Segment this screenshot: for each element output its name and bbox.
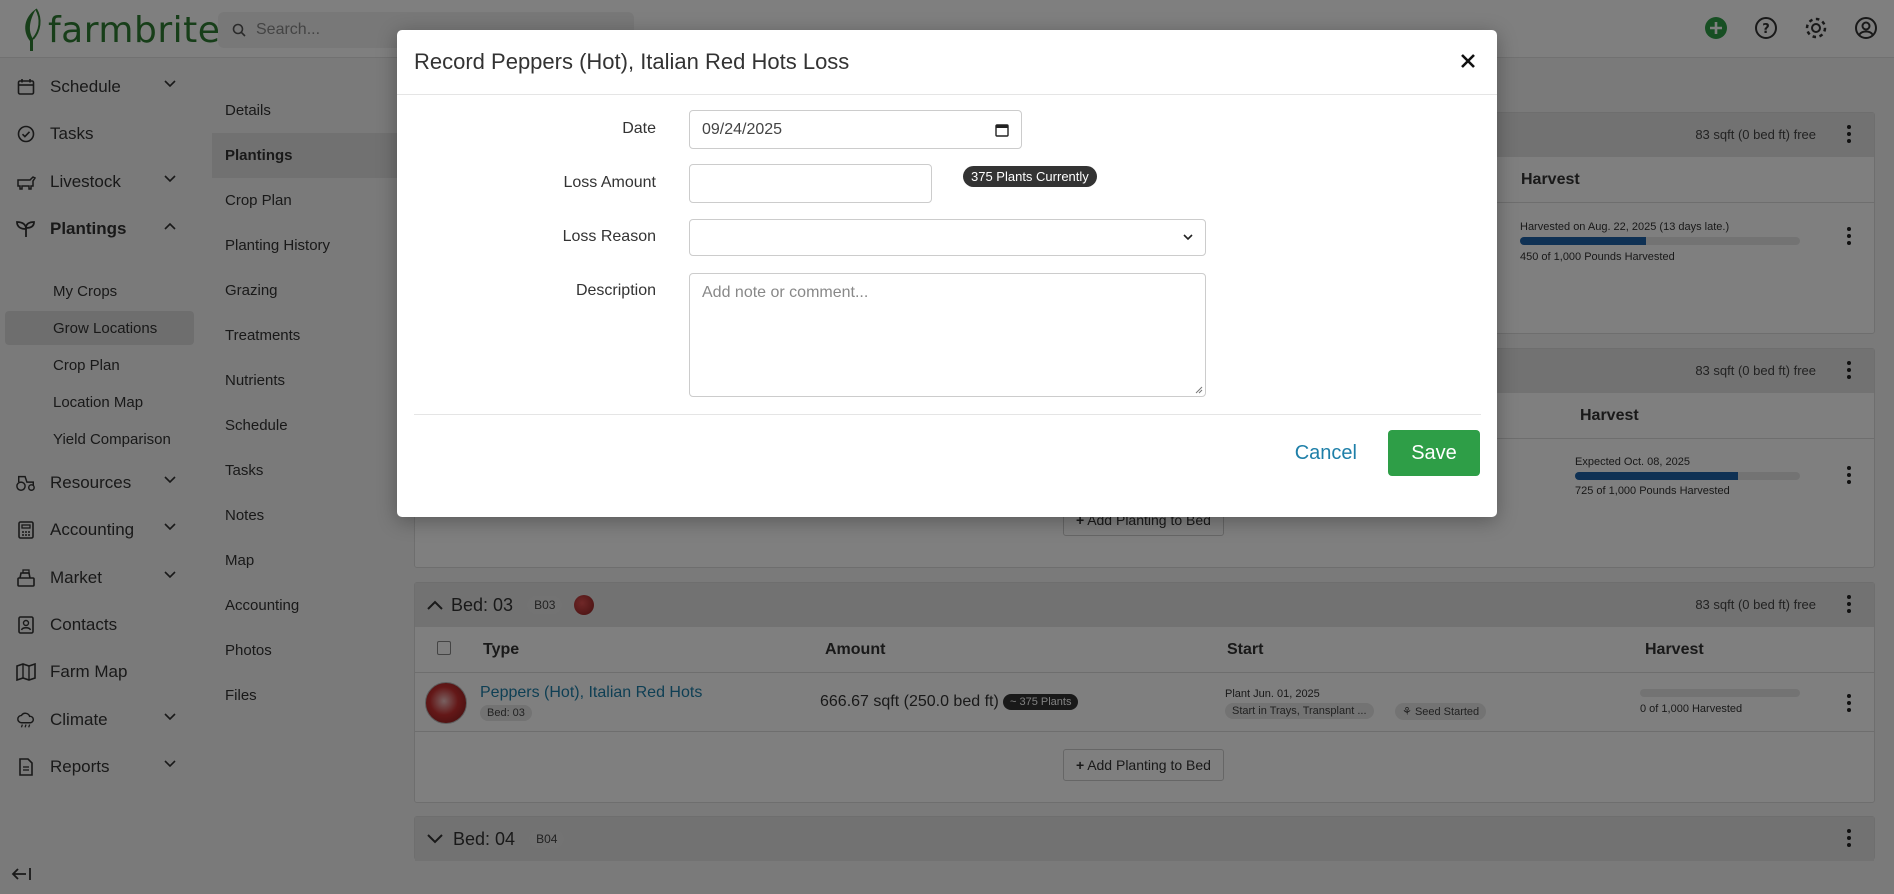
date-label: Date [622,120,656,137]
date-field[interactable]: 09/24/2025 [689,110,1022,149]
save-button[interactable]: Save [1388,430,1480,476]
date-value: 09/24/2025 [702,120,783,138]
modal-title: Record Peppers (Hot), Italian Red Hots L… [414,49,850,74]
calendar-picker-icon[interactable] [995,123,1009,137]
description-placeholder: Add note or comment... [702,284,869,301]
loss-amount-label: Loss Amount [563,174,657,191]
chevron-down-icon [1183,234,1193,241]
loss-reason-select[interactable] [689,219,1206,256]
loss-amount-input[interactable] [689,164,932,203]
description-label: Description [575,282,656,299]
close-icon[interactable] [1455,48,1481,74]
plants-currently-badge: 375 Plants Currently [963,166,1097,187]
record-loss-modal: Record Peppers (Hot), Italian Red Hots L… [397,30,1497,517]
cancel-button[interactable]: Cancel [1295,442,1357,465]
modal-header: Record Peppers (Hot), Italian Red Hots L… [397,30,1497,95]
loss-reason-label: Loss Reason [562,228,656,245]
resize-handle-icon[interactable] [1195,386,1203,394]
modal-divider [414,414,1481,415]
description-textarea[interactable]: Add note or comment... [689,273,1206,397]
